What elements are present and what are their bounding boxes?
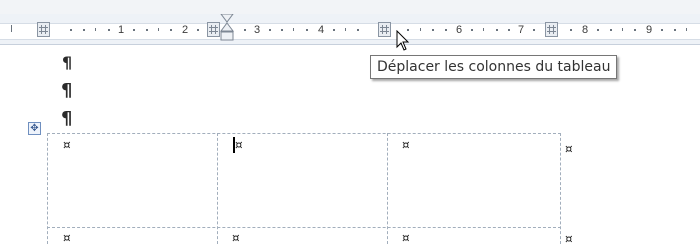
ruler-dot — [610, 29, 612, 31]
ruler-number: 2 — [182, 24, 189, 36]
ruler-tick — [95, 28, 96, 31]
cell-end-mark[interactable]: ¤ — [402, 231, 410, 245]
row-end-mark: ¤ — [565, 142, 573, 156]
table-move-handle-icon[interactable]: ✥ — [28, 122, 41, 135]
table-border — [47, 133, 48, 244]
ruler-dot — [597, 29, 599, 31]
ruler-dot — [533, 29, 535, 31]
ruler-dot — [496, 29, 498, 31]
ruler-tick — [622, 28, 623, 31]
ruler-tick — [11, 25, 12, 32]
ruler-number: 7 — [518, 24, 525, 36]
ruler-tick — [686, 28, 687, 31]
ruler-dot — [70, 29, 72, 31]
column-marker-4[interactable] — [545, 22, 558, 37]
ruler-dot — [570, 29, 572, 31]
paragraph-mark: ¶ — [62, 53, 73, 72]
ruler-dot — [170, 29, 172, 31]
table-border — [47, 133, 561, 134]
horizontal-ruler[interactable]: 1 2 3 4 6 7 8 9 — [0, 14, 700, 45]
table[interactable] — [47, 133, 561, 244]
ruler-dot — [244, 29, 246, 31]
indent-marker[interactable] — [220, 14, 234, 44]
column-marker-3[interactable] — [378, 22, 391, 37]
column-marker-2[interactable] — [207, 22, 220, 37]
ruler-dot — [306, 29, 308, 31]
column-border[interactable] — [387, 133, 388, 244]
column-border[interactable] — [560, 133, 561, 244]
ruler-dot — [445, 29, 447, 31]
paragraph-mark: ¶ — [61, 108, 73, 129]
ruler-dot — [661, 29, 663, 31]
ruler-tick — [483, 28, 484, 31]
column-border[interactable] — [217, 133, 218, 244]
ruler-number: 6 — [456, 24, 463, 36]
ruler-tick — [293, 28, 294, 31]
ruler-dot — [357, 29, 359, 31]
tooltip: Déplacer les colonnes du tableau — [370, 55, 618, 79]
ruler-dot — [674, 29, 676, 31]
ruler-number: 9 — [646, 24, 653, 36]
ruler-dot — [432, 29, 434, 31]
ruler-number: 3 — [254, 24, 261, 36]
table-border — [47, 227, 561, 228]
ruler-dot — [83, 29, 85, 31]
cell-end-mark[interactable]: ¤ — [63, 138, 71, 152]
ruler-dot — [471, 29, 473, 31]
ruler-tick — [345, 28, 346, 31]
cell-end-mark[interactable]: ¤ — [402, 138, 410, 152]
ruler-number: 8 — [582, 24, 589, 36]
text-cursor — [233, 137, 235, 153]
ruler-number: 1 — [118, 24, 125, 36]
ruler-tick — [158, 28, 159, 31]
ruler-tick — [420, 28, 421, 31]
ruler-dot — [333, 29, 335, 31]
ruler-dot — [133, 29, 135, 31]
ruler-dot — [634, 29, 636, 31]
ruler-strip — [0, 23, 700, 40]
column-marker-left[interactable] — [37, 22, 50, 37]
ruler-dot — [146, 29, 148, 31]
mouse-pointer-icon — [396, 29, 410, 56]
ruler-dot — [108, 29, 110, 31]
ruler-dot — [269, 29, 271, 31]
ruler-dot — [197, 29, 199, 31]
cell-end-mark[interactable]: ¤ — [63, 231, 71, 245]
ruler-number: 4 — [318, 24, 325, 36]
ruler-dot — [508, 29, 510, 31]
ruler-frame — [0, 0, 700, 15]
paragraph-mark: ¶ — [61, 80, 73, 101]
cell-end-mark[interactable]: ¤ — [235, 138, 243, 152]
cell-end-mark[interactable]: ¤ — [232, 231, 240, 245]
ruler-dot — [281, 29, 283, 31]
